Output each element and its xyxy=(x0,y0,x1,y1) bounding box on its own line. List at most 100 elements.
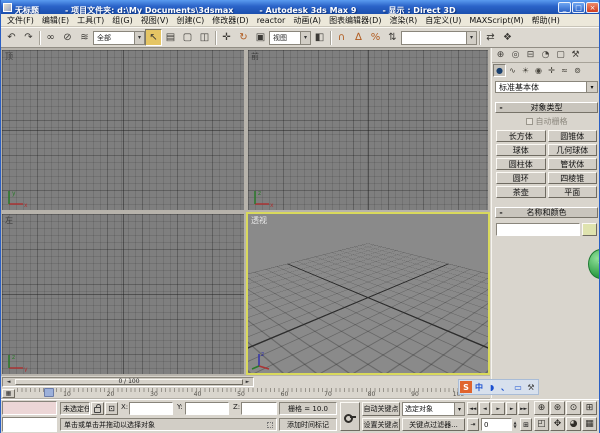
play-button[interactable]: ► xyxy=(491,402,505,415)
select-and-move-icon[interactable]: ✛ xyxy=(218,29,235,46)
menu-item[interactable]: MAXScript(M) xyxy=(465,16,527,25)
zoom-icon[interactable]: ⊕ xyxy=(534,401,549,415)
snap-toggle-icon[interactable]: ∩ xyxy=(333,29,350,46)
x-coordinate-field[interactable] xyxy=(129,402,173,415)
absolute-mode-toggle[interactable]: ⊡ xyxy=(105,402,118,415)
menu-item[interactable]: 自定义(U) xyxy=(421,15,465,26)
primitive-button[interactable]: 圆柱体 xyxy=(496,158,546,170)
menu-item[interactable]: 视图(V) xyxy=(137,15,173,26)
macro-recorder-box[interactable] xyxy=(2,401,57,415)
mini-curve-editor-button[interactable]: ▦ xyxy=(2,389,15,398)
current-frame-field[interactable]: 0 xyxy=(481,418,512,431)
previous-frame-button[interactable]: ◄ xyxy=(479,402,490,415)
angle-snap-icon[interactable]: ∆ xyxy=(350,29,367,46)
previous-frame-arrow[interactable]: ◄ xyxy=(4,379,13,385)
menu-item[interactable]: 文件(F) xyxy=(3,15,38,26)
ime-language-icon[interactable]: 中 xyxy=(473,381,485,393)
go-to-end-button[interactable]: ►► xyxy=(518,402,529,415)
autogrid-checkbox[interactable] xyxy=(526,118,533,125)
menu-item[interactable]: 帮助(H) xyxy=(528,15,564,26)
named-selection-set-field[interactable] xyxy=(401,31,477,45)
spinner-snap-icon[interactable]: ⇅ xyxy=(384,29,401,46)
rectangular-selection-region-icon[interactable]: ▢ xyxy=(179,29,196,46)
menu-item[interactable]: 动画(A) xyxy=(289,15,325,26)
ime-fullwidth-icon[interactable]: ◗ xyxy=(486,381,498,393)
y-coordinate-field[interactable] xyxy=(185,402,229,415)
primitive-button[interactable]: 平面 xyxy=(548,186,598,198)
category-lights-icon[interactable]: ☀ xyxy=(519,64,532,77)
notification-icon[interactable] xyxy=(267,422,273,428)
auto-key-button[interactable]: 自动关键点 xyxy=(362,402,400,416)
select-and-scale-icon[interactable]: ▣ xyxy=(252,29,269,46)
maximize-viewport-toggle-icon[interactable]: ▦ xyxy=(582,417,597,431)
zoom-extents-icon[interactable]: ⊙ xyxy=(566,401,581,415)
key-filters-button[interactable]: 关键点过滤器... xyxy=(402,418,465,431)
menu-item[interactable]: 图表编辑器(D) xyxy=(325,15,385,26)
primitive-button[interactable]: 长方体 xyxy=(496,130,546,142)
object-type-rollout-header[interactable]: - 对象类型 xyxy=(495,102,598,113)
redo-icon[interactable]: ↷ xyxy=(20,29,37,46)
category-spacewarps-icon[interactable]: ≈ xyxy=(558,64,571,77)
menu-item[interactable]: 组(G) xyxy=(108,15,136,26)
viewport-perspective-label[interactable]: 透视 xyxy=(251,215,267,226)
tab-motion-icon[interactable]: ◔ xyxy=(538,48,553,62)
viewport-perspective-active[interactable]: 透视 z xyxy=(246,212,490,375)
primitive-button[interactable]: 球体 xyxy=(496,144,546,156)
menu-item[interactable]: 渲染(R) xyxy=(385,15,421,26)
zoom-all-icon[interactable]: ⊛ xyxy=(550,401,565,415)
set-key-button[interactable]: 设置关键点 xyxy=(362,418,400,431)
category-shapes-icon[interactable]: ∿ xyxy=(506,64,519,77)
tab-hierarchy-icon[interactable]: ⊟ xyxy=(523,48,538,62)
primitive-button[interactable]: 茶壶 xyxy=(496,186,546,198)
unlink-selection-icon[interactable]: ⊘ xyxy=(59,29,76,46)
menu-item[interactable]: 工具(T) xyxy=(73,15,108,26)
region-zoom-icon[interactable]: ◰ xyxy=(534,417,549,431)
maxscript-listener-box[interactable] xyxy=(2,417,57,432)
restore-button[interactable]: □ xyxy=(572,2,585,13)
category-cameras-icon[interactable]: ◉ xyxy=(532,64,545,77)
key-filter-dropdown[interactable]: 选定对象 xyxy=(402,402,465,416)
ime-softkeyboard-icon[interactable]: ▭ xyxy=(512,381,524,393)
align-icon[interactable]: ❖ xyxy=(499,29,516,46)
tab-utilities-icon[interactable]: ⚒ xyxy=(568,48,583,62)
frame-spinner[interactable]: ▲▼ xyxy=(512,418,518,431)
menu-item[interactable]: 编辑(E) xyxy=(38,15,73,26)
menu-item[interactable]: 修改器(D) xyxy=(208,15,252,26)
viewport-top-label[interactable]: 顶 xyxy=(5,51,13,62)
zoom-extents-all-icon[interactable]: ⊞ xyxy=(582,401,597,415)
select-and-rotate-icon[interactable]: ↻ xyxy=(235,29,252,46)
window-crossing-icon[interactable]: ◫ xyxy=(196,29,213,46)
object-color-swatch[interactable] xyxy=(582,223,597,236)
z-coordinate-field[interactable] xyxy=(241,402,277,415)
category-systems-icon[interactable]: ⊚ xyxy=(571,64,584,77)
viewport-front[interactable]: 前 x z xyxy=(248,50,488,210)
menu-item[interactable]: reactor xyxy=(253,16,290,25)
tab-create-icon[interactable]: ⊕ xyxy=(493,48,508,62)
mirror-icon[interactable]: ⇄ xyxy=(482,29,499,46)
next-frame-arrow[interactable]: ► xyxy=(243,379,252,385)
primitive-button[interactable]: 几何球体 xyxy=(548,144,598,156)
select-and-link-icon[interactable]: ∞ xyxy=(42,29,59,46)
primitive-type-dropdown[interactable]: 标准基本体 xyxy=(495,81,598,93)
primitive-button[interactable]: 圆环 xyxy=(496,172,546,184)
undo-icon[interactable]: ↶ xyxy=(3,29,20,46)
menu-item[interactable]: 创建(C) xyxy=(172,15,208,26)
name-color-rollout-header[interactable]: - 名称和颜色 xyxy=(495,207,598,218)
close-button[interactable]: × xyxy=(586,2,599,13)
category-helpers-icon[interactable]: ✛ xyxy=(545,64,558,77)
viewport-front-label[interactable]: 前 xyxy=(251,51,259,62)
ime-toolbox-icon[interactable]: ⚒ xyxy=(525,381,537,393)
tab-modify-icon[interactable]: ◎ xyxy=(508,48,523,62)
time-slider-handle[interactable]: 0 / 100 xyxy=(15,379,243,385)
category-geometry-icon[interactable]: ● xyxy=(493,64,506,77)
ime-logo-icon[interactable]: S xyxy=(460,381,472,393)
bind-to-spacewarp-icon[interactable]: ≋ xyxy=(76,29,93,46)
set-keys-button[interactable] xyxy=(340,402,360,431)
arc-rotate-icon[interactable]: ◕ xyxy=(566,417,581,431)
select-object-icon[interactable]: ↖ xyxy=(145,29,162,46)
go-to-start-button[interactable]: ◄◄ xyxy=(467,402,478,415)
viewport-top[interactable]: 顶 x y xyxy=(2,50,244,210)
minimize-button[interactable]: _ xyxy=(558,2,571,13)
ime-punctuation-icon[interactable]: 、 xyxy=(499,381,511,393)
frame-zero-marker[interactable] xyxy=(44,388,54,397)
